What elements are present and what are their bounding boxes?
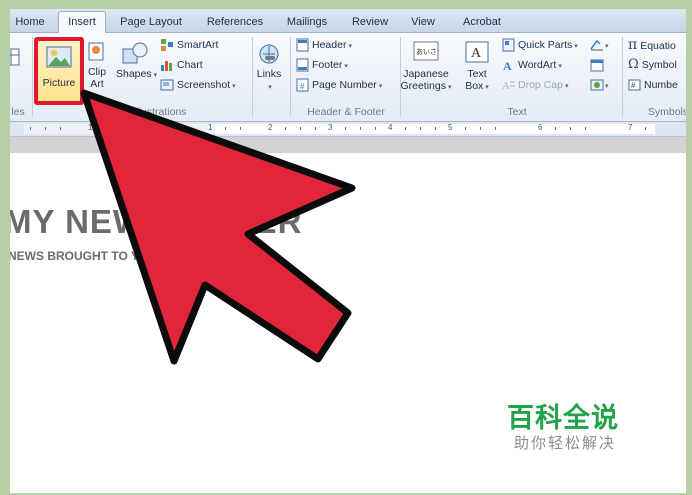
watermark-logo: 百科全说 bbox=[507, 403, 619, 433]
watermark-subtitle: 助你轻松解决 bbox=[514, 435, 617, 452]
arrow-shape bbox=[80, 89, 356, 365]
